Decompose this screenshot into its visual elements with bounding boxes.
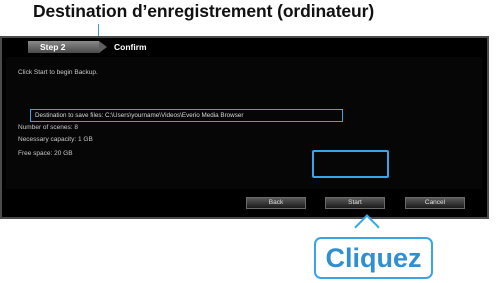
step-title: Confirm: [114, 42, 147, 52]
scenes-count-text: Number of scenes: 8: [18, 124, 78, 131]
destination-text: Destination to save files: C:\Users\your…: [35, 112, 244, 119]
back-button[interactable]: Back: [246, 197, 306, 209]
cancel-button[interactable]: Cancel: [405, 197, 465, 209]
step-label: Step 2: [40, 42, 66, 52]
destination-caption: Destination d’enregistrement (ordinateur…: [33, 1, 375, 21]
destination-highlight: Destination to save files: C:\Users\your…: [30, 109, 343, 122]
click-caption: Cliquez: [325, 243, 422, 273]
confirmation-content: Click Start to begin Backup. Destination…: [6, 57, 482, 189]
intro-text: Click Start to begin Backup.: [18, 69, 98, 76]
step-header: Step 2 Confirm: [4, 39, 485, 55]
free-space-text: Free space: 20 GB: [18, 150, 73, 157]
start-button-highlight: [312, 150, 389, 178]
button-row: Back Start Cancel: [6, 191, 482, 213]
click-callout: Cliquez: [314, 237, 433, 279]
backup-wizard-window: Step 2 Confirm Click Start to begin Back…: [0, 36, 489, 219]
necessary-capacity-text: Necessary capacity: 1 GB: [18, 136, 93, 143]
start-button[interactable]: Start: [325, 197, 385, 209]
